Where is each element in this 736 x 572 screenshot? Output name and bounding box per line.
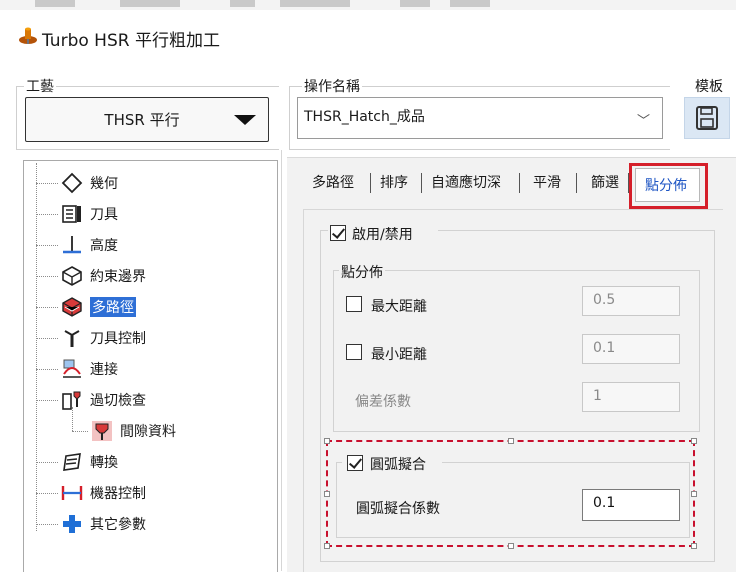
tree-item-geometry[interactable]: 幾何: [24, 169, 118, 197]
tool-list-icon: [62, 205, 81, 223]
tree-item-label: 轉換: [90, 455, 118, 471]
max-distance-input[interactable]: 0.5: [582, 286, 680, 316]
tree-item-tool-control[interactable]: 刀具控制: [24, 324, 146, 352]
operation-name-label: 操作名稱: [302, 76, 362, 96]
geometry-diamond-icon: [61, 172, 83, 194]
deviation-input[interactable]: 1: [582, 382, 680, 412]
tree-item-label: 間隙資料: [120, 424, 176, 440]
deviation-value: 1: [593, 388, 602, 404]
selection-handle[interactable]: [691, 438, 697, 444]
tree-item-multipath[interactable]: 多路徑: [24, 293, 136, 321]
tree-item-label: 連接: [90, 362, 118, 378]
min-distance-checkbox[interactable]: [346, 344, 362, 360]
tree-item-link[interactable]: 連接: [24, 355, 118, 383]
tree-item-label: 刀具控制: [90, 331, 146, 347]
dropdown-triangle-icon: [234, 115, 256, 125]
clearance-icon: [92, 421, 112, 441]
operation-name-combobox[interactable]: THSR_Hatch_成品 ﹀: [297, 97, 663, 139]
max-distance-checkbox[interactable]: [346, 296, 362, 312]
enable-label: 啟用/禁用: [352, 227, 413, 243]
tab-smoothing[interactable]: 平滑: [533, 172, 561, 192]
max-distance-label: 最大距離: [371, 299, 427, 315]
tree-item-clearance[interactable]: 間隙資料: [24, 407, 176, 445]
tree-item-boundary[interactable]: 約束邊界: [24, 262, 146, 290]
min-distance-label: 最小距離: [371, 347, 427, 363]
tab-separator: [576, 173, 577, 193]
template-save-button[interactable]: [684, 97, 730, 139]
active-tab-highlight: [629, 163, 708, 209]
plus-icon: [63, 515, 81, 533]
machine-control-icon: [61, 486, 83, 500]
process-value: THSR 平行: [104, 111, 180, 129]
tree-item-label: 高度: [90, 238, 118, 254]
tree-item-label: 機器控制: [90, 486, 146, 502]
max-distance-value: 0.5: [593, 292, 616, 308]
tree-item-label: 其它參數: [90, 517, 146, 533]
toolbar-strip: [0, 0, 736, 10]
tool-control-icon: [64, 330, 80, 347]
selection-handle[interactable]: [324, 438, 330, 444]
selection-handle[interactable]: [691, 491, 697, 497]
lathe-tool-icon: [19, 27, 37, 44]
tree-item-label: 刀具: [90, 207, 118, 223]
operation-name-value: THSR_Hatch_成品: [304, 109, 425, 125]
parameter-tree: 幾何 刀具 高度 約束邊界 多路徑 刀具控制 連接 過切檢查 間隙資料 轉換 機…: [23, 160, 278, 572]
tree-item-transform[interactable]: 轉換: [24, 448, 118, 476]
chevron-down-icon: ﹀: [636, 114, 650, 129]
panel-divider: [281, 150, 282, 571]
height-icon: [63, 236, 81, 254]
tab-adaptive-depth[interactable]: 自適應切深: [431, 172, 501, 192]
deviation-label: 偏差係數: [355, 394, 411, 410]
template-label: 模板: [695, 79, 723, 95]
min-distance-input[interactable]: 0.1: [582, 334, 680, 364]
tree-item-gouge-check[interactable]: 過切檢查: [24, 386, 146, 414]
selection-handle[interactable]: [691, 543, 697, 549]
multipath-cube-icon: [62, 297, 82, 317]
transform-icon: [63, 453, 81, 471]
point-distribution-label: 點分佈: [339, 262, 385, 282]
tab-separator: [421, 173, 422, 193]
min-distance-value: 0.1: [593, 340, 616, 356]
tree-item-tool[interactable]: 刀具: [24, 200, 118, 228]
tab-multipath[interactable]: 多路徑: [312, 172, 354, 192]
tree-item-machine-control[interactable]: 機器控制: [24, 479, 146, 507]
tree-item-label: 過切檢查: [90, 393, 146, 409]
link-icon: [63, 359, 81, 378]
tab-filter[interactable]: 篩選: [591, 172, 619, 192]
tab-separator: [519, 173, 520, 193]
selection-handle[interactable]: [324, 543, 330, 549]
selection-handle[interactable]: [324, 491, 330, 497]
tab-ordering[interactable]: 排序: [380, 172, 408, 192]
process-label: 工藝: [24, 76, 56, 96]
tree-item-label: 約束邊界: [90, 269, 146, 285]
tree-item-height[interactable]: 高度: [24, 231, 118, 259]
tab-separator: [370, 173, 371, 193]
selection-handle[interactable]: [508, 438, 514, 444]
enable-checkbox[interactable]: [330, 225, 346, 241]
arc-fit-highlight-box: [326, 440, 695, 547]
window-title: Turbo HSR 平行粗加工: [42, 31, 220, 51]
tree-item-other-params[interactable]: 其它參數: [24, 510, 146, 538]
tree-item-label: 幾何: [90, 176, 118, 192]
tree-item-label-selected: 多路徑: [90, 297, 136, 317]
selection-handle[interactable]: [508, 543, 514, 549]
save-icon: [696, 106, 718, 130]
process-dropdown-button[interactable]: THSR 平行: [25, 97, 269, 142]
boundary-icon: [62, 266, 82, 286]
